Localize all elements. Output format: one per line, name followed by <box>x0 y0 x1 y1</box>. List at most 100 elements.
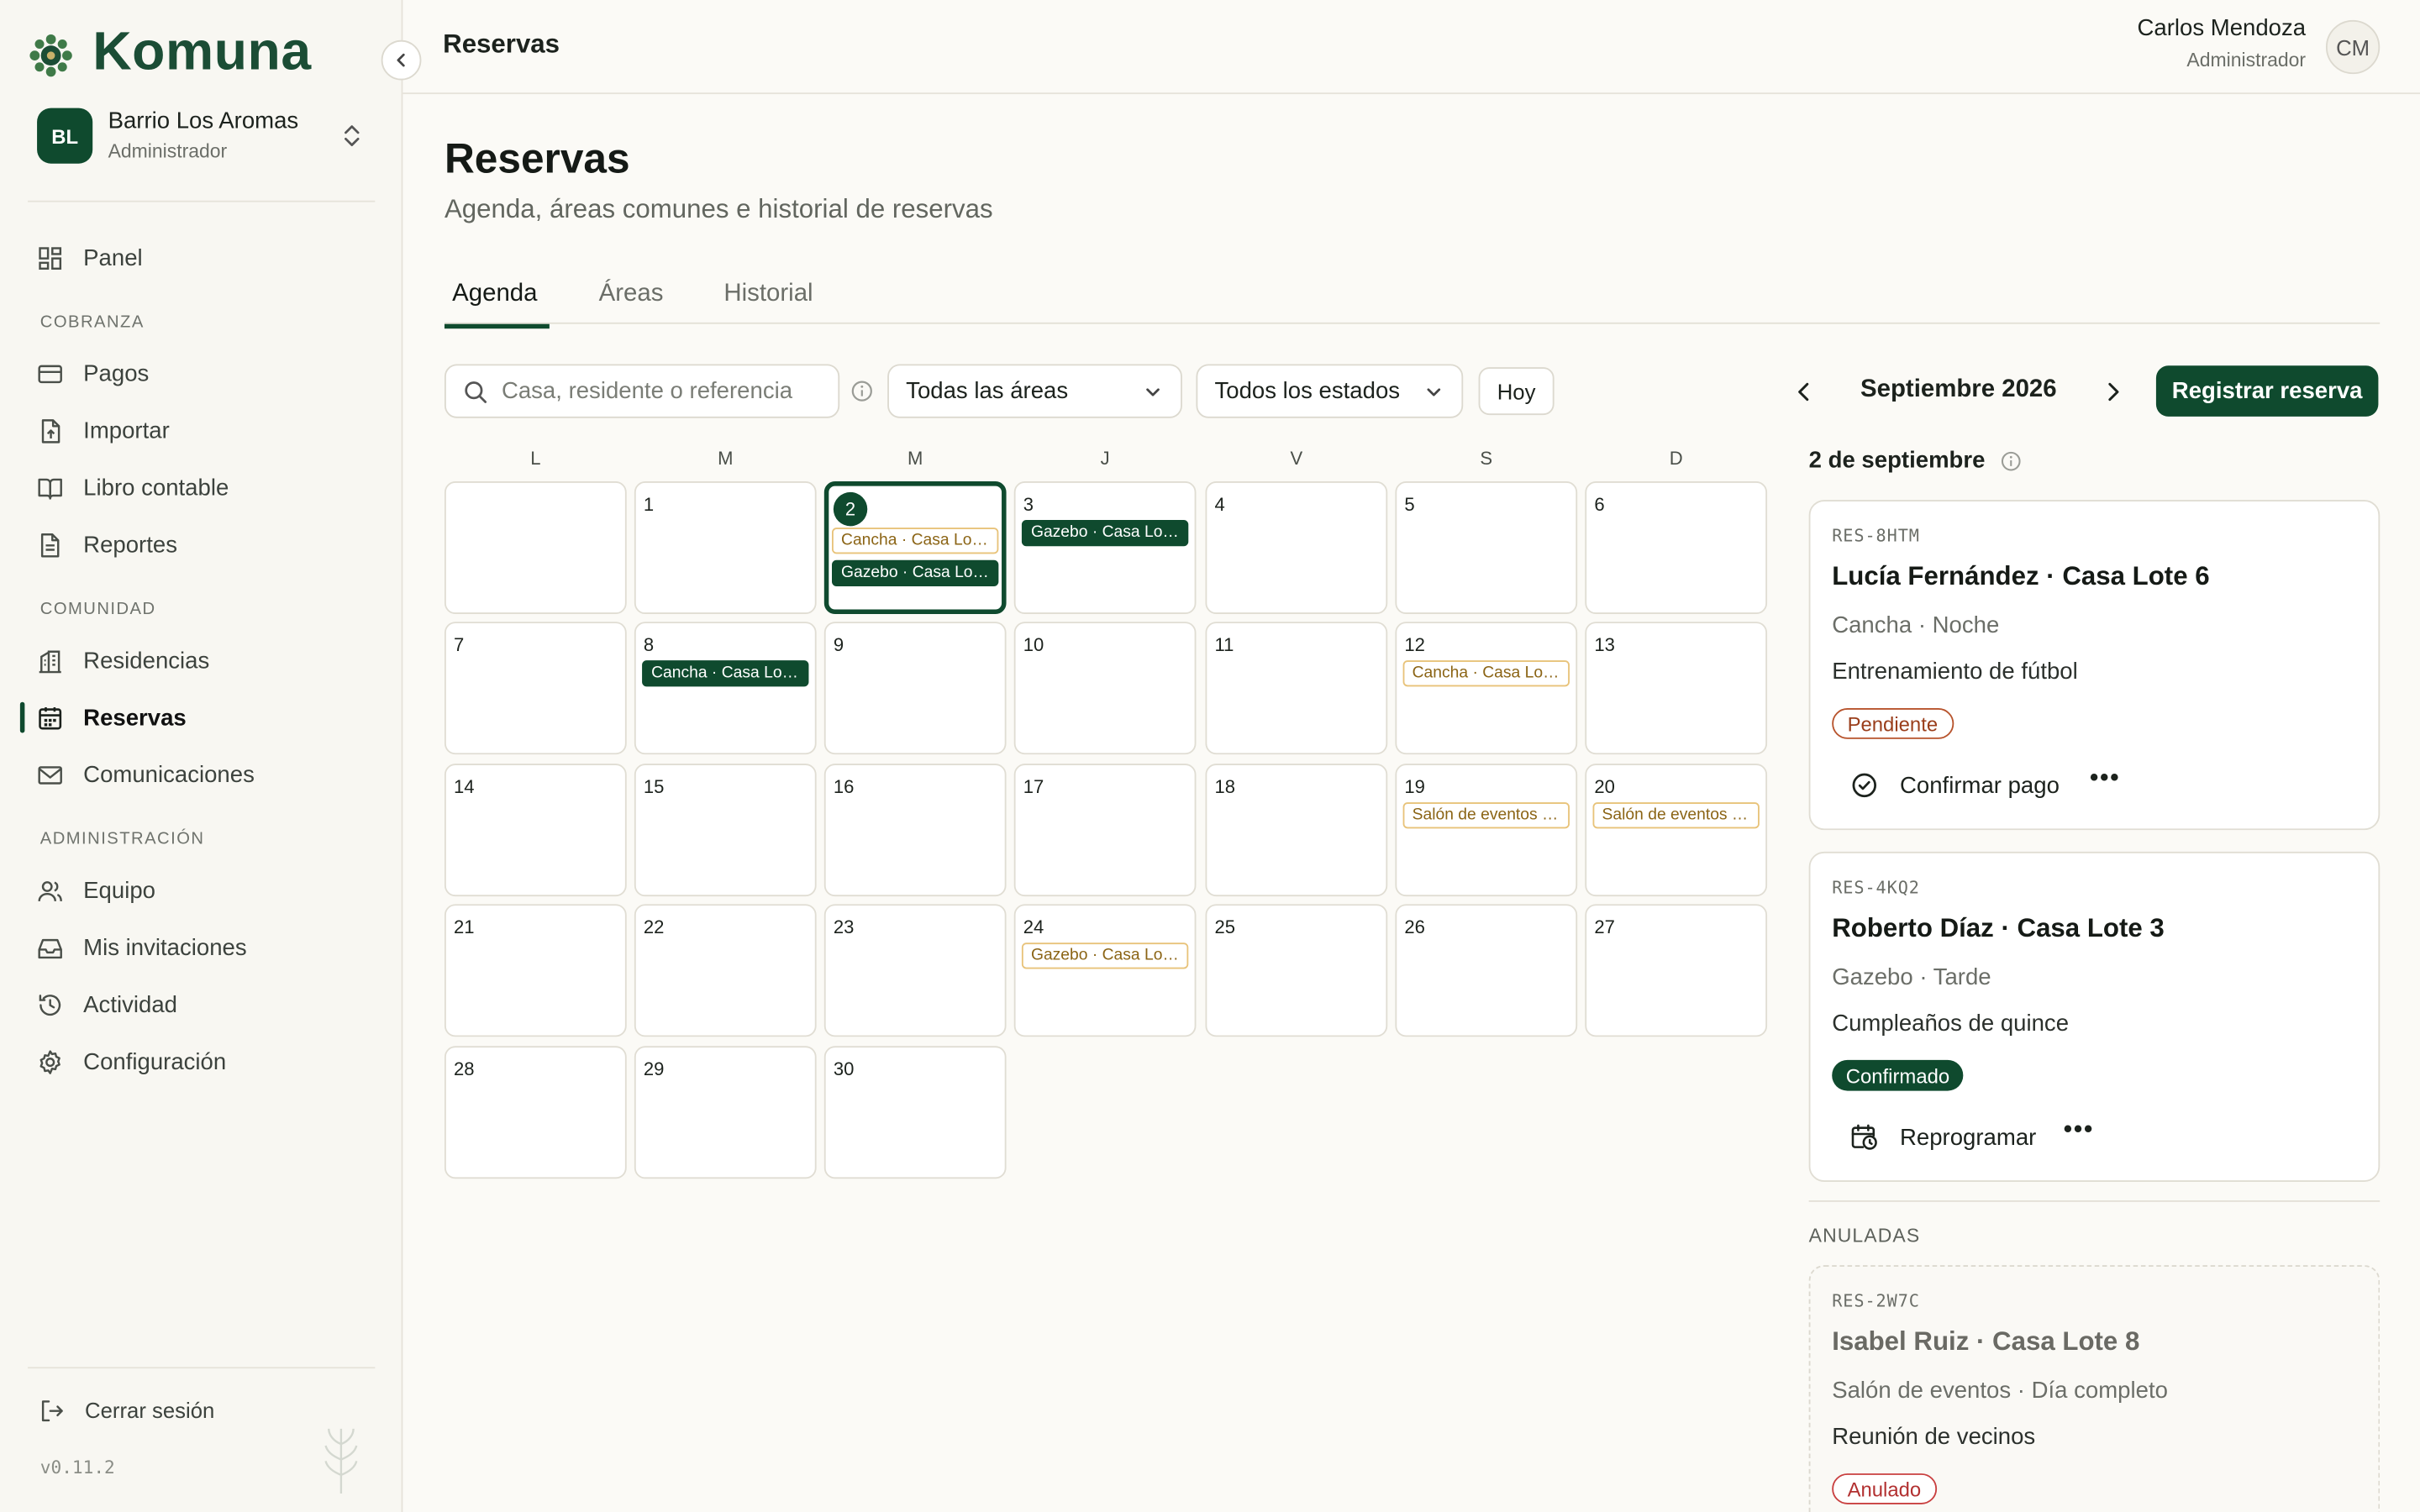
calendar-day-cell[interactable]: 4 <box>1205 481 1388 615</box>
nav-section-cobranza: COBRANZA <box>39 312 145 332</box>
day-number: 30 <box>833 1058 855 1080</box>
weekday-header: S <box>1480 447 1493 470</box>
nav-item-pagos[interactable]: Pagos <box>37 354 376 394</box>
month-label: Septiembre 2026 <box>1860 376 2057 403</box>
register-reservation-button[interactable]: Registrar reserva <box>2155 365 2379 417</box>
calendar-event-chip[interactable]: Cancha · Casa Lote 2 <box>642 660 809 687</box>
nav-item-mis-invitaciones[interactable]: Mis invitaciones <box>37 927 376 968</box>
nav-item-reservas[interactable]: Reservas <box>37 697 376 738</box>
calendar-day-cell[interactable]: 22 <box>634 904 817 1037</box>
calendar-day-cell[interactable]: 24 Gazebo · Casa Lote 9 <box>1013 904 1197 1037</box>
calendar-day-cell[interactable]: 10 <box>1013 622 1197 755</box>
nav-item-reportes[interactable]: Reportes <box>37 524 376 564</box>
sidebar-divider <box>28 200 376 202</box>
today-button[interactable]: Hoy <box>1478 367 1555 416</box>
info-icon[interactable] <box>850 380 874 403</box>
prev-month-button[interactable] <box>1791 378 1818 406</box>
calendar-event-chip[interactable]: Cancha · Casa Lote 4 <box>1402 660 1570 687</box>
tab-historial[interactable]: Historial <box>723 281 813 308</box>
nav-section-comunidad: COMUNIDAD <box>39 600 156 619</box>
calendar-day-cell[interactable]: 20 Salón de eventos · Casa Lote 7 <box>1585 764 1768 897</box>
calendar-day-cell[interactable]: 1 <box>634 481 817 615</box>
info-icon[interactable] <box>2000 450 2022 472</box>
nav-label: Residencias <box>83 647 210 674</box>
history-icon <box>39 994 61 1016</box>
calendar-day-cell[interactable]: 25 <box>1205 904 1388 1037</box>
calendar-event-chip[interactable]: Salón de eventos · Casa Lote 1 <box>1402 802 1570 829</box>
weekday-header: L <box>530 447 541 470</box>
nav-label: Equipo <box>83 877 155 904</box>
more-options-button[interactable]: ••• <box>2064 1117 2094 1145</box>
calendar-day-cell[interactable]: 19 Salón de eventos · Casa Lote 1 <box>1395 764 1578 897</box>
cancelled-reservation-card[interactable]: RES-2W7C Isabel Ruiz · Casa Lote 8 Salón… <box>1808 1265 2381 1512</box>
calendar-day-cell[interactable]: 23 <box>823 904 1007 1037</box>
day-number: 1 <box>643 493 655 516</box>
tab-agenda[interactable]: Agenda <box>452 281 537 308</box>
calendar-day-cell[interactable]: 21 <box>444 904 627 1037</box>
day-number: 16 <box>833 775 855 798</box>
calendar-day-cell[interactable]: 12 Cancha · Casa Lote 4 <box>1395 622 1578 755</box>
user-avatar[interactable]: CM <box>2325 19 2381 75</box>
collapse-sidebar-button[interactable] <box>381 39 422 81</box>
calendar-day-cell[interactable]: 26 <box>1395 904 1578 1037</box>
nav-item-libro-contable[interactable]: Libro contable <box>37 468 376 508</box>
sidebar-divider <box>28 1367 376 1369</box>
calendar-day-cell[interactable]: 18 <box>1205 764 1388 897</box>
calendar-event-chip[interactable]: Salón de eventos · Casa Lote 7 <box>1592 802 1760 829</box>
next-month-button[interactable] <box>2099 378 2127 406</box>
calendar-day-cell[interactable]: 14 <box>444 764 627 897</box>
calendar-day-cell[interactable]: 29 <box>634 1046 817 1179</box>
tabs-divider <box>444 322 2381 324</box>
search-input[interactable]: Casa, residente o referencia <box>444 364 840 418</box>
calendar-event-chip[interactable]: Gazebo · Casa Lote 3 <box>832 559 999 586</box>
calendar-day-cell[interactable]: 9 <box>823 622 1007 755</box>
reschedule-button[interactable]: Reprogramar <box>1850 1119 2036 1156</box>
nav-label: Reservas <box>83 704 187 731</box>
calendar-day-cell[interactable]: 13 <box>1585 622 1768 755</box>
nav-item-actividad[interactable]: Actividad <box>37 984 376 1025</box>
calendar-event-chip[interactable]: Gazebo · Casa Lote 9 <box>1021 942 1189 969</box>
nav-label: Libro contable <box>83 474 229 501</box>
calendar-day-cell[interactable]: 2 Cancha · Casa Lote 6 Gazebo · Casa Lote … <box>823 481 1007 615</box>
calendar-event-chip[interactable]: Cancha · Casa Lote 6 <box>832 528 999 554</box>
calendar-day-cell[interactable]: 30 <box>823 1046 1007 1179</box>
nav-item-configuracion[interactable]: Configuración <box>37 1042 376 1082</box>
search-icon <box>465 381 487 402</box>
calendar-day-cell[interactable]: 28 <box>444 1046 627 1179</box>
nav-item-importar[interactable]: Importar <box>37 411 376 451</box>
calendar-day-cell[interactable]: 27 <box>1585 904 1768 1037</box>
section-divider <box>1808 1200 2381 1202</box>
calendar-day-cell[interactable]: 15 <box>634 764 817 897</box>
tab-areas[interactable]: Áreas <box>599 281 664 308</box>
nav-item-panel[interactable]: Panel <box>37 238 376 278</box>
weekday-header: J <box>1100 447 1110 470</box>
calendar-day-cell[interactable]: 8 Cancha · Casa Lote 2 <box>634 622 817 755</box>
calendar-day-cell[interactable]: 11 <box>1205 622 1388 755</box>
confirm-payment-button[interactable]: Confirmar pago <box>1850 767 2060 804</box>
org-switcher[interactable]: BL Barrio Los Aromas Administrador <box>37 108 375 170</box>
reservation-description: Cumpleaños de quince <box>1832 1011 2070 1037</box>
calendar-day-cell[interactable]: 17 <box>1013 764 1197 897</box>
calendar-day-cell[interactable]: 3 Gazebo · Casa Lote 5 <box>1013 481 1197 615</box>
calendar-day-cell[interactable]: 6 <box>1585 481 1768 615</box>
calendar-event-chip[interactable]: Gazebo · Casa Lote 5 <box>1021 519 1189 547</box>
calendar-day-cell[interactable]: 7 <box>444 622 627 755</box>
reservation-card[interactable]: RES-8HTM Lucía Fernández · Casa Lote 6 C… <box>1808 500 2381 831</box>
nav-item-residencias[interactable]: Residencias <box>37 640 376 680</box>
nav-item-comunicaciones[interactable]: Comunicaciones <box>37 754 376 795</box>
status-badge: Anulado <box>1832 1473 1937 1504</box>
page-title: Reservas <box>444 135 630 182</box>
reservation-title: Lucía Fernández · Casa Lote 6 <box>1832 561 2210 591</box>
reservation-card[interactable]: RES-4KQ2 Roberto Díaz · Casa Lote 3 Gaze… <box>1808 851 2381 1182</box>
calendar-day-cell[interactable]: 16 <box>823 764 1007 897</box>
status-select[interactable]: Todos los estados <box>1196 364 1464 418</box>
more-options-button[interactable]: ••• <box>2090 765 2120 793</box>
day-number: 15 <box>643 775 665 798</box>
day-number: 4 <box>1214 493 1225 516</box>
nav-label: Mis invitaciones <box>83 934 247 961</box>
areas-select[interactable]: Todas las áreas <box>887 364 1182 418</box>
day-number: 21 <box>454 916 475 938</box>
calendar-day-cell[interactable]: 5 <box>1395 481 1578 615</box>
action-label: Reprogramar <box>1900 1124 2037 1151</box>
nav-item-equipo[interactable]: Equipo <box>37 870 376 911</box>
